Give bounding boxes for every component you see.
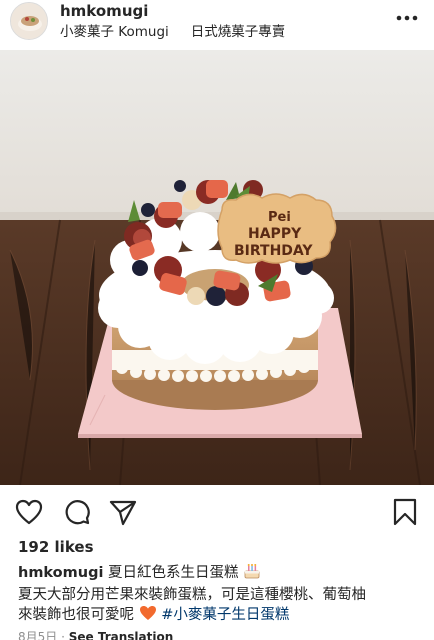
header-text: hmkomugi 小麥菓子 Komugi 日式燒菓子專賣: [60, 2, 285, 41]
birthday-plaque: Pei HAPPY BIRTHDAY: [217, 193, 337, 264]
avatar[interactable]: [10, 2, 48, 40]
post-date: 8月5日: [18, 630, 58, 640]
save-button[interactable]: [390, 497, 420, 527]
more-options-button[interactable]: [394, 8, 420, 28]
share-icon: [109, 500, 137, 526]
caption-line-3: 來裝飾也很可愛呢: [18, 607, 134, 623]
caption-username[interactable]: hmkomugi: [18, 565, 103, 581]
like-button[interactable]: [14, 497, 44, 527]
comment-icon: [65, 500, 90, 525]
hashtag-link[interactable]: #小麥菓子生日蛋糕: [161, 607, 289, 623]
comment-button[interactable]: [62, 497, 92, 527]
post-caption: hmkomugi 夏日紅色系生日蛋糕 夏天大部分用芒果來裝飾蛋糕，可是這種櫻桃、…: [18, 563, 426, 628]
caption-line-2: 夏天大部分用芒果來裝飾蛋糕，可是這種櫻桃、葡萄柚: [18, 586, 366, 603]
heart-emoji-icon: [139, 605, 157, 628]
plaque-birthday: BIRTHDAY: [234, 243, 313, 259]
share-button[interactable]: [108, 497, 138, 527]
post-action-bar: [0, 493, 434, 529]
see-translation-link[interactable]: See Translation: [69, 630, 174, 640]
post-username[interactable]: hmkomugi: [60, 2, 285, 20]
post-header: hmkomugi 小麥菓子 Komugi 日式燒菓子專賣: [0, 0, 434, 50]
plaque-happy: HAPPY: [248, 226, 302, 242]
post-photo[interactable]: Pei HAPPY BIRTHDAY: [0, 50, 434, 485]
heart-icon: [15, 499, 43, 525]
caption-line-1: 夏日紅色系生日蛋糕: [108, 565, 239, 581]
more-horizontal-icon: [396, 15, 418, 21]
shop-name: 小麥菓子 Komugi: [60, 24, 169, 40]
post-footer: 8月5日 · See Translation: [18, 628, 173, 640]
plaque-name: Pei: [268, 210, 291, 225]
like-count[interactable]: 192 likes: [18, 538, 94, 556]
post-location[interactable]: 小麥菓子 Komugi 日式燒菓子專賣: [60, 23, 285, 41]
footer-dot: ·: [61, 630, 65, 640]
shop-description: 日式燒菓子專賣: [190, 24, 286, 40]
cake-emoji-icon: [243, 563, 261, 586]
bookmark-icon: [393, 498, 417, 526]
